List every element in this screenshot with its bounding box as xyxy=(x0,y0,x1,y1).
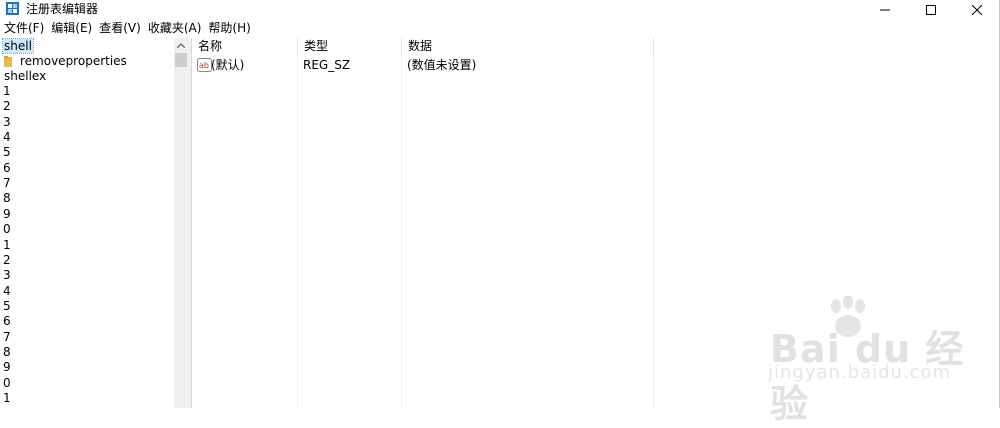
tree-item[interactable]: 2 xyxy=(3,99,11,114)
tree-item[interactable]: 0 xyxy=(3,376,11,391)
menu-bar: 文件(F) 编辑(E) 查看(V) 收藏夹(A) 帮助(H) xyxy=(0,20,1000,38)
tree-item-label: 4 xyxy=(3,130,11,145)
tree-item-label: 2 xyxy=(3,252,11,267)
tree-item[interactable]: 3 xyxy=(3,268,11,283)
tree-item[interactable]: 9 xyxy=(3,360,11,375)
tree-item-label: 1 xyxy=(3,237,11,252)
tree-item[interactable]: 4 xyxy=(3,284,11,299)
tree-item[interactable]: 7 xyxy=(3,176,11,191)
tree-item-label: 5 xyxy=(3,298,11,313)
tree-item[interactable]: 6 xyxy=(3,161,11,176)
column-divider xyxy=(401,56,402,408)
tree-item[interactable]: 4 xyxy=(3,130,11,145)
tree-item-label: 6 xyxy=(3,160,11,175)
minimize-button[interactable] xyxy=(862,0,908,20)
string-value-icon: ab xyxy=(197,58,212,72)
close-icon xyxy=(972,5,982,15)
column-divider xyxy=(653,56,654,408)
column-header-data[interactable]: 数据 xyxy=(402,38,654,56)
tree-item[interactable]: 9 xyxy=(3,207,11,222)
tree-item[interactable]: 5 xyxy=(3,145,11,160)
tree-item-label: removeproperties xyxy=(20,54,127,68)
tree-item-label: 1 xyxy=(3,84,11,98)
regedit-app-icon xyxy=(6,2,19,15)
menu-favorites[interactable]: 收藏夹(A) xyxy=(144,20,205,38)
tree-item-label: 5 xyxy=(3,145,11,160)
tree-item-label: 9 xyxy=(3,206,11,221)
column-divider xyxy=(297,56,298,408)
tree-item[interactable]: 1 xyxy=(3,238,11,253)
tree-item-label: 4 xyxy=(3,283,11,298)
scroll-up-button[interactable] xyxy=(174,38,188,53)
window-title: 注册表编辑器 xyxy=(26,2,99,16)
tree-item-label: 8 xyxy=(3,191,11,206)
tree-item-label: 0 xyxy=(3,222,11,237)
tree-item[interactable]: 0 xyxy=(3,222,11,237)
tree-item-label: 3 xyxy=(3,114,11,129)
tree-item-label: shellex xyxy=(4,69,47,83)
tree-item[interactable]: 7 xyxy=(3,330,11,345)
tree-item[interactable]: 2 xyxy=(3,253,11,268)
tree-item[interactable]: 8 xyxy=(3,191,11,206)
column-header-type[interactable]: 类型 xyxy=(298,38,402,56)
close-button[interactable] xyxy=(954,0,1000,20)
value-row[interactable]: ab (默认) REG_SZ (数值未设置) xyxy=(192,57,652,73)
registry-key-tree[interactable]: shell removeproperties shellex 123456789… xyxy=(0,38,174,408)
tree-item[interactable]: 6 xyxy=(3,314,11,329)
maximize-icon xyxy=(926,5,936,15)
maximize-button[interactable] xyxy=(908,0,954,20)
menu-help[interactable]: 帮助(H) xyxy=(204,20,253,38)
folder-icon xyxy=(4,56,12,67)
tree-scrollbar[interactable] xyxy=(174,38,188,408)
menu-edit[interactable]: 编辑(E) xyxy=(47,20,95,38)
value-data: (数值未设置) xyxy=(407,58,477,72)
chevron-up-icon xyxy=(177,43,185,48)
tree-item-label: 8 xyxy=(3,344,11,359)
tree-item[interactable]: 5 xyxy=(3,299,11,314)
tree-item-shellex[interactable]: shellex xyxy=(4,69,46,84)
tree-item[interactable]: 1 xyxy=(3,84,11,99)
menu-view[interactable]: 查看(V) xyxy=(95,20,144,38)
scroll-thumb[interactable] xyxy=(175,53,187,67)
tree-item-shell[interactable]: shell xyxy=(2,38,34,54)
svg-text:ab: ab xyxy=(199,61,209,70)
tree-item-label: 7 xyxy=(3,176,11,191)
tree-item[interactable]: 1 xyxy=(3,391,11,406)
tree-item-label: 7 xyxy=(3,329,11,344)
tree-item-removeproperties[interactable]: removeproperties xyxy=(0,54,170,69)
tree-item[interactable]: 3 xyxy=(3,115,11,130)
tree-item-label: 9 xyxy=(3,360,11,375)
watermark-url: jingyan.baidu.com xyxy=(768,362,952,383)
tree-item-label: shell xyxy=(2,38,34,54)
minimize-icon xyxy=(880,9,890,11)
tree-item-label: 6 xyxy=(3,314,11,329)
tree-item-label: 3 xyxy=(3,268,11,283)
value-name: (默认) xyxy=(211,58,245,72)
tree-item-label: 2 xyxy=(3,99,11,114)
column-header-name[interactable]: 名称 xyxy=(192,38,298,56)
baidu-watermark: Bai du 经验 jingyan.baidu.com xyxy=(760,296,990,426)
value-type: REG_SZ xyxy=(303,58,351,72)
tree-item-label: 1 xyxy=(3,391,11,405)
menu-file[interactable]: 文件(F) xyxy=(0,20,47,38)
title-bar: 注册表编辑器 xyxy=(0,0,1000,20)
tree-item[interactable]: 8 xyxy=(3,345,11,360)
tree-item-label: 0 xyxy=(3,375,11,390)
